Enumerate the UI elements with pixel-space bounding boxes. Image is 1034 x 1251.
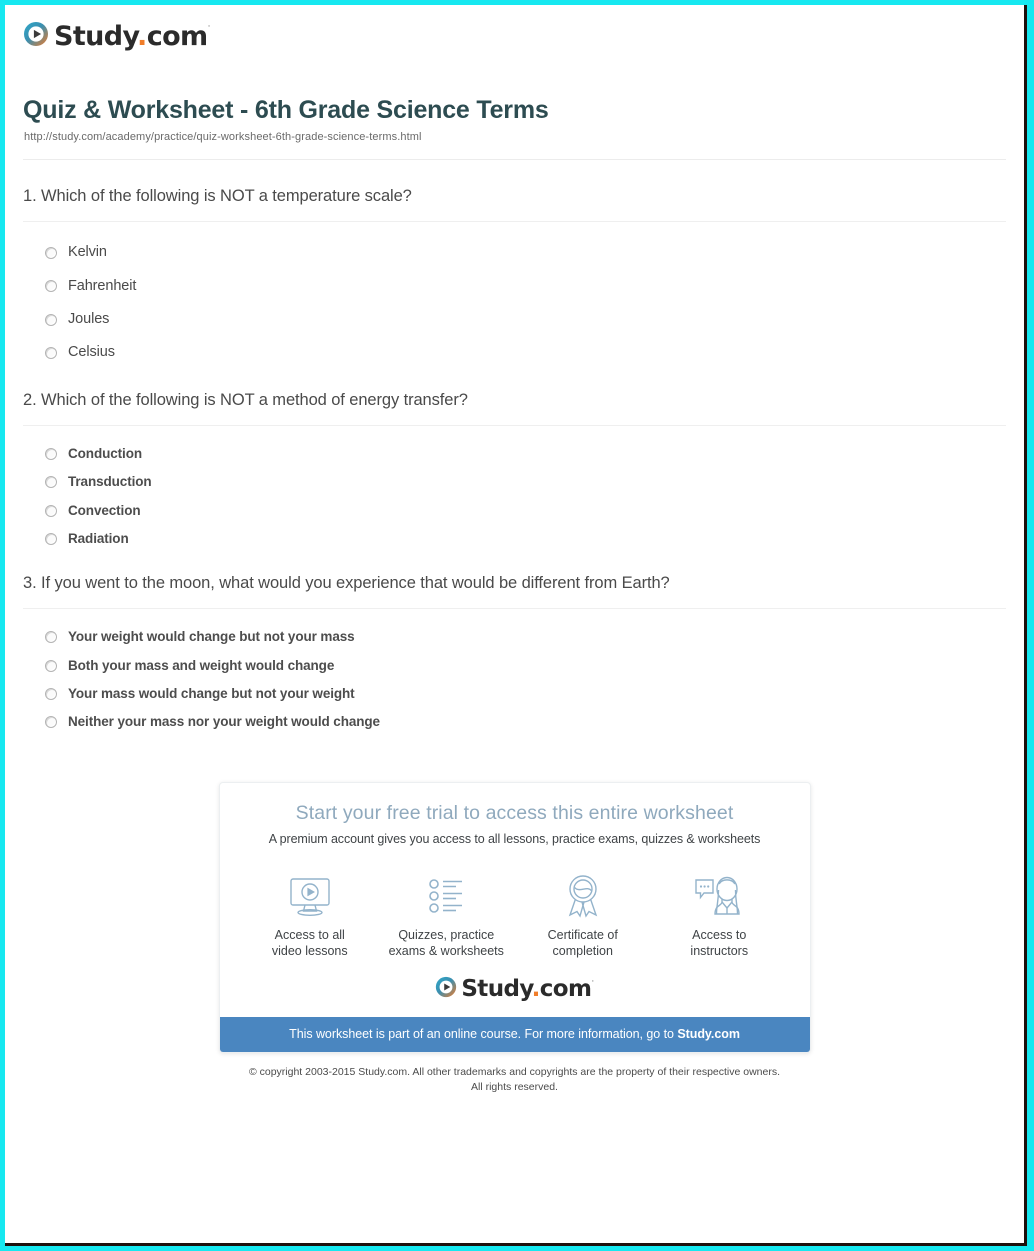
promo-banner-text: This worksheet is part of an online cour… xyxy=(289,1026,678,1041)
feature-instructors: Access to instructors xyxy=(651,868,788,960)
brand-name-part1: Study xyxy=(54,21,138,52)
choice-option[interactable]: Conduction xyxy=(23,440,1006,468)
promo-subhead: A premium account gives you access to al… xyxy=(268,831,761,846)
choice-list-1: Kelvin Fahrenheit Joules Celsius xyxy=(23,222,1006,370)
radio-button-icon[interactable] xyxy=(45,716,57,729)
promo-headline: Start your free trial to access this ent… xyxy=(295,802,734,825)
choice-label: Transduction xyxy=(68,474,152,490)
feature-label-line2: video lessons xyxy=(271,944,348,958)
page-inner: Study.com· Quiz & Worksheet - 6th Grade … xyxy=(5,5,1027,1246)
brand-name-part2: com xyxy=(539,975,592,1002)
radio-button-icon[interactable] xyxy=(45,246,57,259)
feature-quizzes-practice: Quizzes, practice exams & worksheets xyxy=(378,868,515,960)
radio-button-icon[interactable] xyxy=(45,476,57,489)
choice-option[interactable]: Neither your mass nor your weight would … xyxy=(23,708,1006,736)
radio-button-icon[interactable] xyxy=(45,504,57,517)
question-text-2: 2. Which of the following is NOT a metho… xyxy=(23,390,468,409)
promo-study-com-logo[interactable]: Study.com· xyxy=(220,976,810,1003)
study-com-play-logo-icon xyxy=(23,21,49,52)
choice-label: Celsius xyxy=(68,344,115,361)
page-frame: Study.com· Quiz & Worksheet - 6th Grade … xyxy=(0,0,1034,1251)
study-com-logo[interactable]: Study.com· xyxy=(23,21,1006,52)
promo-banner-link[interactable]: Study.com xyxy=(677,1027,740,1041)
choice-option[interactable]: Your weight would change but not your ma… xyxy=(23,623,1006,651)
instructor-chat-icon xyxy=(651,868,788,918)
choice-option[interactable]: Convection xyxy=(23,497,1006,525)
brand-trademark: · xyxy=(591,976,594,987)
radio-button-icon[interactable] xyxy=(45,347,57,360)
choice-option[interactable]: Fahrenheit xyxy=(23,270,1006,303)
study-com-play-logo-icon xyxy=(435,976,457,1003)
question-text-3: 3. If you went to the moon, what would y… xyxy=(23,573,670,592)
feature-video-lessons: Access to all video lessons xyxy=(242,868,379,960)
question-text-1: 1. Which of the following is NOT a tempe… xyxy=(23,186,412,205)
feature-label-line2: instructors xyxy=(690,944,749,958)
radio-button-icon[interactable] xyxy=(45,631,57,644)
feature-label-line1: Certificate of xyxy=(547,927,618,942)
free-trial-promo-card[interactable]: Start your free trial to access this ent… xyxy=(218,782,811,1053)
question-block-1: 1. Which of the following is NOT a tempe… xyxy=(23,186,1006,370)
radio-button-icon[interactable] xyxy=(45,659,57,672)
choice-option[interactable]: Your mass would change but not your weig… xyxy=(23,680,1006,708)
radio-button-icon[interactable] xyxy=(45,687,57,700)
brand-trademark: · xyxy=(207,22,211,32)
worksheet-sheet: Study.com· Quiz & Worksheet - 6th Grade … xyxy=(5,5,1024,1243)
choice-option[interactable]: Kelvin xyxy=(23,236,1006,269)
feature-label-line2: completion xyxy=(552,944,613,958)
choice-label: Joules xyxy=(68,310,110,327)
promo-feature-list: Access to all video lessons Quizzes, pra… xyxy=(220,868,810,960)
brand-name-part2: com xyxy=(146,21,208,52)
study-com-wordmark: Study.com· xyxy=(461,975,594,1002)
brand-dot: . xyxy=(531,975,541,1002)
radio-button-icon[interactable] xyxy=(45,313,57,326)
promo-banner[interactable]: This worksheet is part of an online cour… xyxy=(219,1016,810,1052)
brand-dot: . xyxy=(137,21,147,52)
header-divider xyxy=(23,158,1006,160)
feature-label: Access to all video lessons xyxy=(242,927,379,960)
choice-label: Fahrenheit xyxy=(68,277,137,294)
choice-label: Your mass would change but not your weig… xyxy=(68,685,355,701)
choice-label: Neither your mass nor your weight would … xyxy=(68,713,380,729)
choice-option[interactable]: Joules xyxy=(23,303,1006,336)
feature-label: Quizzes, practice exams & worksheets xyxy=(378,927,515,960)
choice-label: Your weight would change but not your ma… xyxy=(68,629,355,645)
promo-card-wrapper: Start your free trial to access this ent… xyxy=(23,782,1006,1053)
choice-list-3: Your weight would change but not your ma… xyxy=(23,609,1006,736)
choice-option[interactable]: Both your mass and weight would change xyxy=(23,652,1006,680)
brand-name-part1: Study xyxy=(461,975,532,1002)
choice-label: Radiation xyxy=(68,530,129,546)
choice-label: Both your mass and weight would change xyxy=(68,657,335,673)
award-ribbon-icon xyxy=(515,868,652,918)
page-title: Quiz & Worksheet - 6th Grade Science Ter… xyxy=(23,96,549,124)
feature-label-line2: exams & worksheets xyxy=(388,944,504,958)
study-com-wordmark: Study.com· xyxy=(54,21,211,52)
feature-label-line1: Access to xyxy=(692,927,747,942)
feature-label-line1: Access to all xyxy=(274,927,345,942)
checklist-icon xyxy=(378,868,515,918)
copyright-line1: © copyright 2003-2015 Study.com. All oth… xyxy=(248,1065,781,1078)
feature-label-line1: Quizzes, practice xyxy=(398,927,495,942)
choice-label: Kelvin xyxy=(68,244,107,261)
choice-list-2: Conduction Transduction Convection Radia… xyxy=(23,426,1006,553)
feature-certificate: Certificate of completion xyxy=(515,868,652,960)
choice-option[interactable]: Celsius xyxy=(23,336,1006,369)
feature-label: Access to instructors xyxy=(651,927,788,960)
radio-button-icon[interactable] xyxy=(45,532,57,545)
copyright-line2: All rights reserved. xyxy=(471,1080,558,1093)
choice-label: Convection xyxy=(68,502,141,518)
feature-label: Certificate of completion xyxy=(515,927,652,960)
choice-label: Conduction xyxy=(68,446,142,462)
copyright-notice: © copyright 2003-2015 Study.com. All oth… xyxy=(205,1065,825,1095)
radio-button-icon[interactable] xyxy=(45,280,57,293)
page-url: http://study.com/academy/practice/quiz-w… xyxy=(24,130,422,143)
question-block-2: 2. Which of the following is NOT a metho… xyxy=(23,390,1006,553)
question-block-3: 3. If you went to the moon, what would y… xyxy=(23,573,1006,736)
radio-button-icon[interactable] xyxy=(45,448,57,461)
choice-option[interactable]: Transduction xyxy=(23,468,1006,496)
video-monitor-icon xyxy=(242,868,379,918)
choice-option[interactable]: Radiation xyxy=(23,525,1006,553)
